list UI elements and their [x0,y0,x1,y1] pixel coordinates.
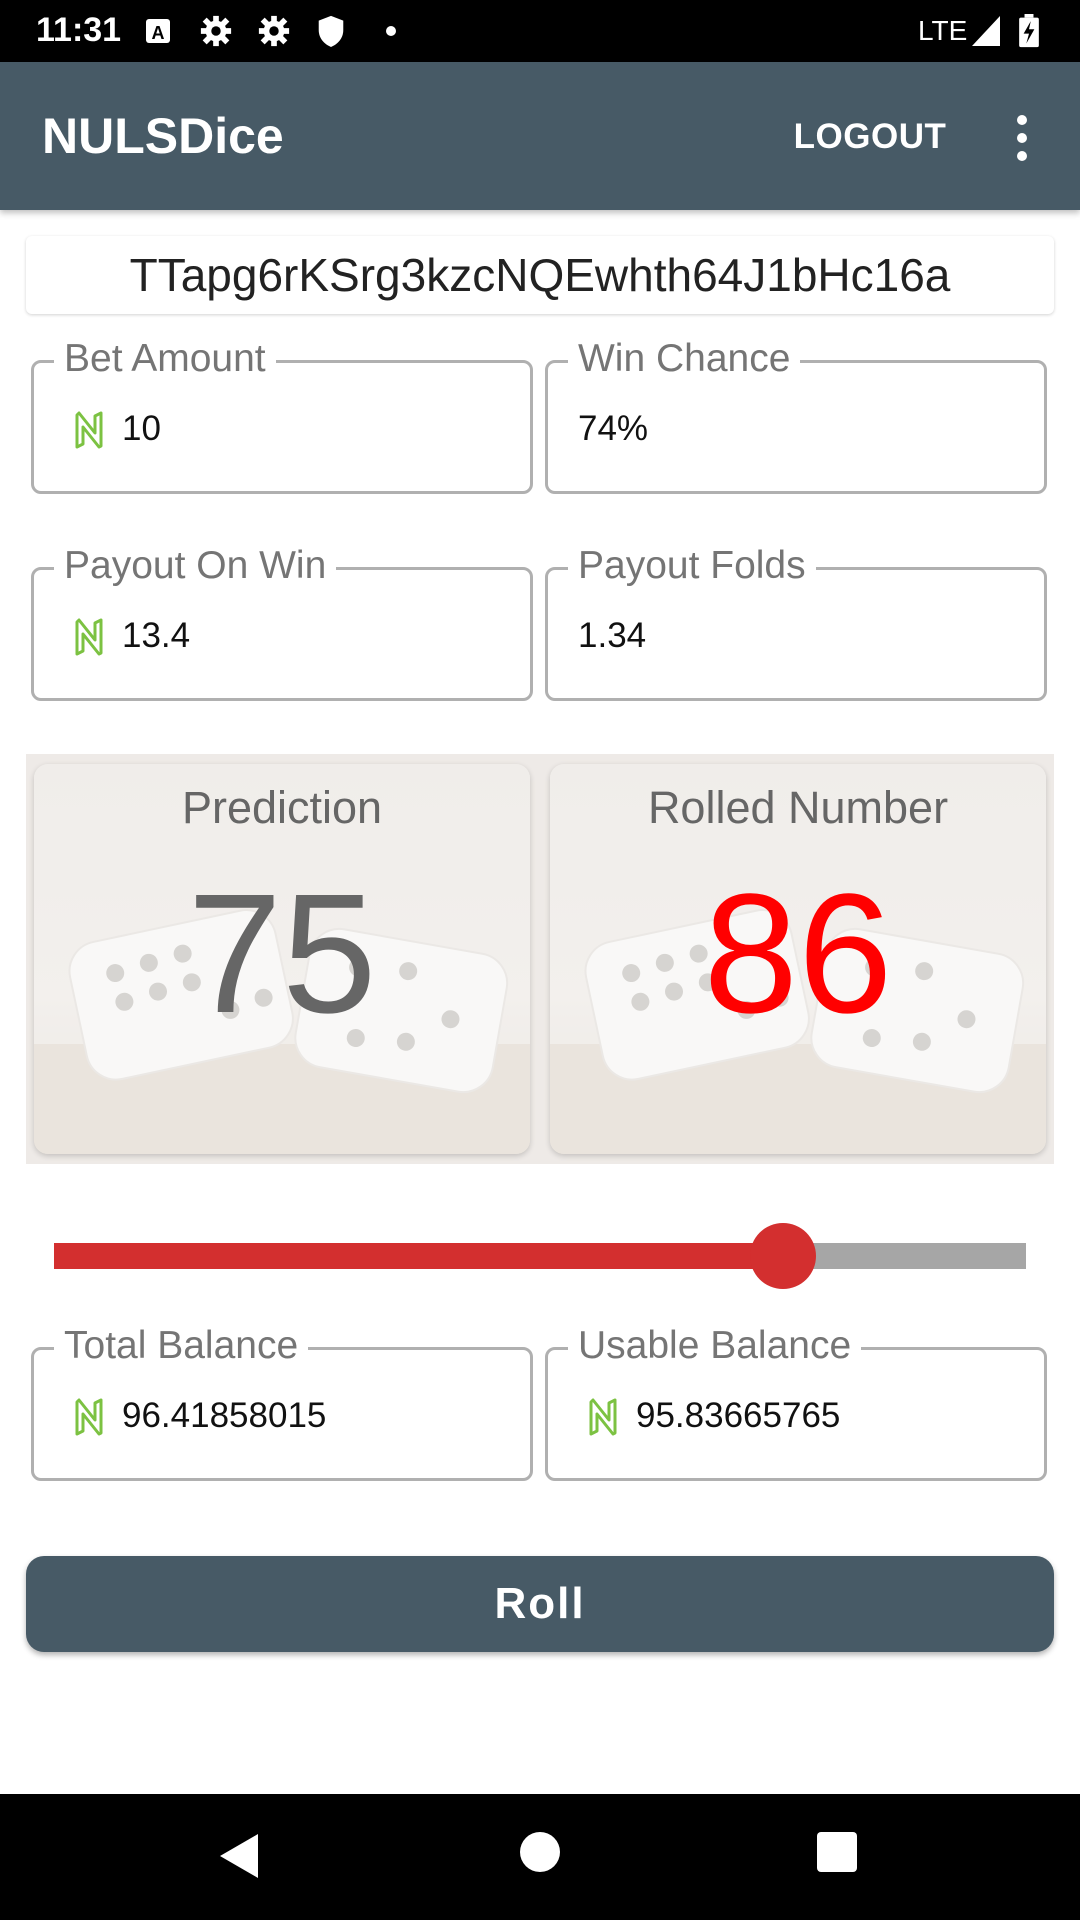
shield-icon [318,15,344,48]
nuls-icon [75,411,103,449]
app-title: NULSDice [42,108,284,164]
payout-folds-label: Payout Folds [568,540,816,592]
text-a-icon: A [146,19,170,43]
nuls-icon [589,1398,617,1436]
network-type: LTE [918,15,968,46]
usable-balance-value: 95.83665765 [636,1396,841,1435]
payout-folds-field: Payout Folds 1.34 [545,540,1047,701]
usable-balance-label: Usable Balance [568,1320,862,1372]
rolled-number-panel: Rolled Number 86 [550,764,1046,1154]
win-chance-field[interactable]: Win Chance 74% [545,333,1047,494]
gear-icon [258,15,290,47]
rolled-number-value: 86 [703,859,893,1049]
prediction-slider[interactable] [54,1223,1026,1289]
battery-charging-icon [1019,14,1039,48]
total-balance-label: Total Balance [54,1320,309,1372]
more-vert-icon[interactable] [1000,112,1044,164]
app-bar: NULSDice LOGOUT [0,62,1080,210]
total-balance-field: Total Balance 96.41858015 [31,1320,533,1481]
recents-icon[interactable] [817,1832,857,1872]
usable-balance-field: Usable Balance 95.83665765 [545,1320,1047,1481]
roll-button[interactable]: Roll [26,1556,1054,1652]
status-time: 11:31 [36,11,122,49]
total-balance-value: 96.41858015 [122,1396,327,1435]
rolled-number-title: Rolled Number [647,782,949,833]
win-chance-label: Win Chance [568,333,801,385]
bet-amount-field[interactable]: Bet Amount 10 [31,333,533,494]
prediction-value: 75 [187,859,377,1049]
win-chance-value: 74% [578,409,649,448]
slider-fill [54,1243,783,1269]
svg-text:A: A [152,23,165,43]
slider-thumb[interactable] [750,1223,816,1289]
prediction-title: Prediction [181,782,383,833]
payout-on-win-field: Payout On Win 13.4 [31,540,533,701]
logout-button[interactable]: LOGOUT [790,112,950,162]
prediction-panel: Prediction 75 [34,764,530,1154]
gear-icon [200,15,232,47]
dice-panels: Prediction 75 Rolled Number 86 [26,754,1054,1164]
signal-icon [972,16,1000,46]
back-icon[interactable] [216,1830,264,1882]
payout-folds-value: 1.34 [578,616,647,655]
navigation-bar [0,1794,1080,1920]
home-icon[interactable] [520,1832,560,1872]
payout-on-win-label: Payout On Win [54,540,337,592]
status-bar: 11:31 A LTE [0,0,1080,62]
nuls-icon [75,1398,103,1436]
bet-amount-label: Bet Amount [54,333,276,385]
wallet-address: TTapg6rKSrg3kzcNQEwhth64J1bHc16a [129,249,951,301]
wallet-address-card: TTapg6rKSrg3kzcNQEwhth64J1bHc16a [26,236,1054,314]
payout-on-win-value: 13.4 [122,616,191,655]
dot-icon [386,26,396,36]
bet-amount-value: 10 [122,409,161,448]
nuls-icon [75,618,103,656]
